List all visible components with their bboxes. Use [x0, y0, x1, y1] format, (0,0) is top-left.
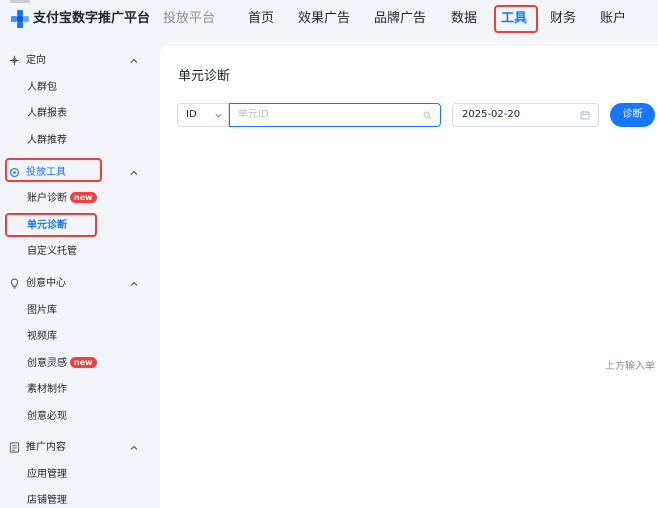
sidebar-item-account-diagnosis[interactable]: 账户诊断 new — [27, 190, 97, 208]
sidebar-group-label: 定向 — [26, 55, 46, 66]
brand-name[interactable]: 支付宝数字推广平台 — [33, 9, 150, 29]
sidebar-group-label: 推广内容 — [26, 442, 66, 453]
sidebar-group-label: 投放工具 — [26, 167, 66, 178]
sidebar-item-audience-recommend[interactable]: 人群推荐 — [27, 132, 67, 150]
sidebar-item-creative-inspiration[interactable]: 创意灵感 new — [27, 355, 97, 373]
sidebar-item-label: 账户诊断 — [27, 193, 67, 204]
sidebar-item-creative-must-show[interactable]: 创意必现 — [27, 408, 67, 426]
sidebar-item-custom-hosting[interactable]: 自定义托管 — [27, 243, 77, 261]
sidebar-item-label: 创意灵感 — [27, 358, 67, 369]
nav-performance-ads[interactable]: 效果广告 — [298, 9, 350, 29]
sidebar-item-app-management[interactable]: 应用管理 — [27, 466, 67, 484]
sidebar-item-store-management[interactable]: 店铺管理 — [27, 492, 67, 508]
date-value: 2025-02-20 — [462, 109, 521, 120]
new-badge: new — [70, 357, 97, 368]
sidebar-group-creative-center[interactable]: 创意中心 — [0, 273, 159, 295]
input-placeholder: 单元ID — [238, 109, 269, 120]
window-strip — [10, 0, 30, 3]
chevron-up-icon — [130, 445, 138, 450]
sidebar-item-image-library[interactable]: 图片库 — [27, 302, 57, 320]
chevron-down-icon — [215, 113, 222, 118]
nav-tools[interactable]: 工具 — [501, 9, 527, 29]
nav-data[interactable]: 数据 — [451, 9, 477, 29]
empty-state-hint: 上方输入单 — [605, 361, 655, 372]
sidebar-group-ad-tools[interactable]: 投放工具 — [0, 162, 159, 184]
chevron-up-icon — [130, 58, 138, 63]
new-badge: new — [70, 192, 97, 203]
diagnose-button[interactable]: 诊断 — [610, 103, 655, 127]
sidebar-item-audience-report[interactable]: 人群报表 — [27, 105, 67, 123]
nav-brand-ads[interactable]: 品牌广告 — [374, 9, 426, 29]
sidebar-item-video-library[interactable]: 视频库 — [27, 328, 57, 346]
chevron-up-icon — [130, 281, 138, 286]
bulb-icon — [10, 278, 19, 289]
brand-logo-icon — [11, 10, 29, 28]
id-type-select[interactable]: ID — [177, 103, 229, 127]
sidebar-group-targeting[interactable]: 定向 — [0, 50, 159, 72]
platform-name: 投放平台 — [163, 11, 216, 26]
sidebar-group-promo-content[interactable]: 推广内容 — [0, 437, 159, 459]
search-icon[interactable] — [423, 111, 432, 120]
top-header: 支付宝数字推广平台 投放平台 首页 效果广告 品牌广告 数据 工具 财务 账户 — [0, 0, 658, 46]
unit-id-input[interactable]: 单元ID — [229, 103, 441, 127]
sidebar: 定向 人群包 人群报表 人群推荐 投放工具 账户诊断 new 单元诊断 自定义托管… — [0, 46, 159, 508]
sidebar-item-unit-diagnosis[interactable]: 单元诊断 — [27, 217, 67, 235]
select-value: ID — [186, 109, 197, 120]
nav-finance[interactable]: 财务 — [550, 9, 576, 29]
document-icon — [9, 442, 20, 453]
page-title: 单元诊断 — [178, 69, 231, 84]
main-content: 单元诊断 ID 单元ID 2025-02-20 诊断 上方输入单 — [160, 46, 658, 508]
date-picker[interactable]: 2025-02-20 — [452, 103, 599, 127]
calendar-icon — [580, 111, 590, 120]
chevron-up-icon — [130, 170, 138, 175]
nav-account[interactable]: 账户 — [600, 9, 626, 29]
sidebar-item-asset-production[interactable]: 素材制作 — [27, 381, 67, 399]
nav-home[interactable]: 首页 — [248, 9, 274, 29]
tool-icon — [9, 167, 20, 178]
sidebar-group-label: 创意中心 — [26, 278, 66, 289]
sidebar-item-audience-pack[interactable]: 人群包 — [27, 79, 57, 97]
crosshair-icon — [9, 55, 20, 66]
